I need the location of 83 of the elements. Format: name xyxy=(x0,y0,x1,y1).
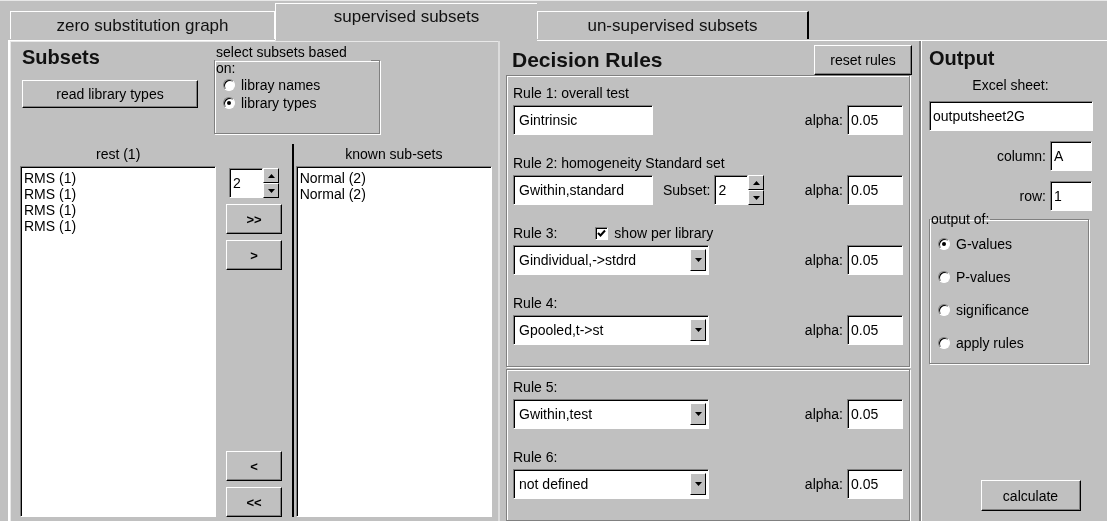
alpha-field[interactable]: 0.05 xyxy=(847,105,903,135)
rule-label: Rule 5: xyxy=(513,379,558,395)
down-arrow-icon xyxy=(694,412,702,416)
dropdown[interactable]: Gwithin,test xyxy=(513,399,709,429)
dropdown[interactable]: Gpooled,t->st xyxy=(513,315,709,345)
column-field[interactable]: A xyxy=(1050,141,1092,171)
field-label: row: xyxy=(1019,188,1046,204)
radio-label[interactable]: library types xyxy=(241,95,317,111)
down-arrow-icon xyxy=(694,482,702,486)
group-label: select subsets based on: xyxy=(216,44,347,76)
list-item[interactable]: RMS (1) xyxy=(24,186,213,202)
alpha-field[interactable]: 0.05 xyxy=(847,315,903,345)
up-arrow-icon xyxy=(753,180,760,185)
list-item[interactable]: RMS (1) xyxy=(24,202,213,218)
field-label: Excel sheet: xyxy=(972,77,1049,93)
spin-up-button[interactable] xyxy=(748,175,765,190)
radio-label[interactable]: apply rules xyxy=(956,334,1024,351)
radio-button[interactable] xyxy=(938,237,950,250)
list-label: known sub-sets xyxy=(345,145,443,164)
field-label: alpha: xyxy=(804,112,843,128)
checkbox-label[interactable]: show per library xyxy=(614,225,714,241)
list-item[interactable]: Normal (2) xyxy=(299,186,488,202)
field-label: Subset: xyxy=(663,182,711,198)
alpha-field[interactable]: 0.05 xyxy=(847,175,903,205)
alpha-field[interactable]: 0.05 xyxy=(847,469,903,499)
number-field[interactable]: 2 xyxy=(229,168,263,198)
field-label: alpha: xyxy=(804,252,843,268)
spin-down-button[interactable] xyxy=(263,183,279,198)
row-field[interactable]: 1 xyxy=(1050,181,1092,211)
field-label: alpha: xyxy=(804,476,843,492)
down-arrow-icon xyxy=(694,328,702,332)
group-label: output of: xyxy=(931,211,990,227)
move-button[interactable]: < xyxy=(226,451,282,481)
spin-up-button[interactable] xyxy=(263,168,279,183)
radio-label[interactable]: libray names xyxy=(241,77,321,93)
tab[interactable]: un-supervised subsets xyxy=(537,11,809,39)
field-label: alpha: xyxy=(804,182,843,198)
alpha-field[interactable]: 0.05 xyxy=(847,399,903,429)
section-title: Decision Rules xyxy=(511,47,663,73)
read-library-types-button[interactable]: read library types xyxy=(22,80,198,108)
section-title: Subsets xyxy=(22,45,101,70)
rule-label: Rule 2: homogeneity Standard set xyxy=(513,155,725,171)
radio-label[interactable]: P-values xyxy=(956,268,1011,285)
reset-rules-button[interactable]: reset rules xyxy=(814,45,912,75)
section-title: Output xyxy=(929,46,996,71)
list-item[interactable]: Normal (2) xyxy=(299,170,488,186)
text-field[interactable]: Gwithin,standard xyxy=(513,175,653,205)
field-label: column: xyxy=(996,148,1046,164)
radio-label[interactable]: G-values xyxy=(956,235,1013,252)
list-item[interactable]: RMS (1) xyxy=(24,218,213,234)
tab[interactable]: zero substitution graph xyxy=(10,11,275,39)
dropdown[interactable]: not defined xyxy=(513,469,709,499)
move-button[interactable]: >> xyxy=(226,204,282,234)
down-arrow-icon xyxy=(694,258,702,262)
radio-button[interactable] xyxy=(938,336,950,349)
move-button[interactable]: << xyxy=(226,487,282,517)
list-item[interactable]: RMS (1) xyxy=(24,170,213,186)
tab[interactable]: supervised subsets xyxy=(275,3,537,41)
radio-button[interactable] xyxy=(223,79,235,91)
spin-down-button[interactable] xyxy=(748,190,765,205)
move-button[interactable]: > xyxy=(226,240,282,270)
radio-button[interactable] xyxy=(223,97,235,109)
sheet-field[interactable]: outputsheet2G xyxy=(929,101,1093,131)
number-field[interactable]: 2 xyxy=(714,175,749,205)
list-label: rest (1) xyxy=(96,145,141,164)
rule-label: Rule 3: xyxy=(513,225,558,241)
up-arrow-icon xyxy=(267,173,275,178)
check-icon xyxy=(597,228,607,238)
list-box[interactable]: Normal (2) Normal (2) xyxy=(295,166,492,517)
checkbox[interactable] xyxy=(595,226,609,240)
text-field[interactable]: Gintrinsic xyxy=(513,105,653,135)
down-arrow-icon xyxy=(753,195,760,200)
field-label: alpha: xyxy=(804,406,843,422)
list-box[interactable]: RMS (1) RMS (1) RMS (1) RMS (1) xyxy=(20,166,217,517)
calculate-button[interactable]: calculate xyxy=(980,480,1081,511)
dropdown[interactable]: Gindividual,->stdrd xyxy=(513,245,709,275)
alpha-field[interactable]: 0.05 xyxy=(847,245,903,275)
rule-label: Rule 1: overall test xyxy=(513,85,629,101)
down-arrow-icon xyxy=(267,188,275,193)
rule-label: Rule 6: xyxy=(513,449,558,465)
radio-label[interactable]: significance xyxy=(956,301,1030,318)
field-label: alpha: xyxy=(804,322,843,338)
rule-label: Rule 4: xyxy=(513,295,558,311)
